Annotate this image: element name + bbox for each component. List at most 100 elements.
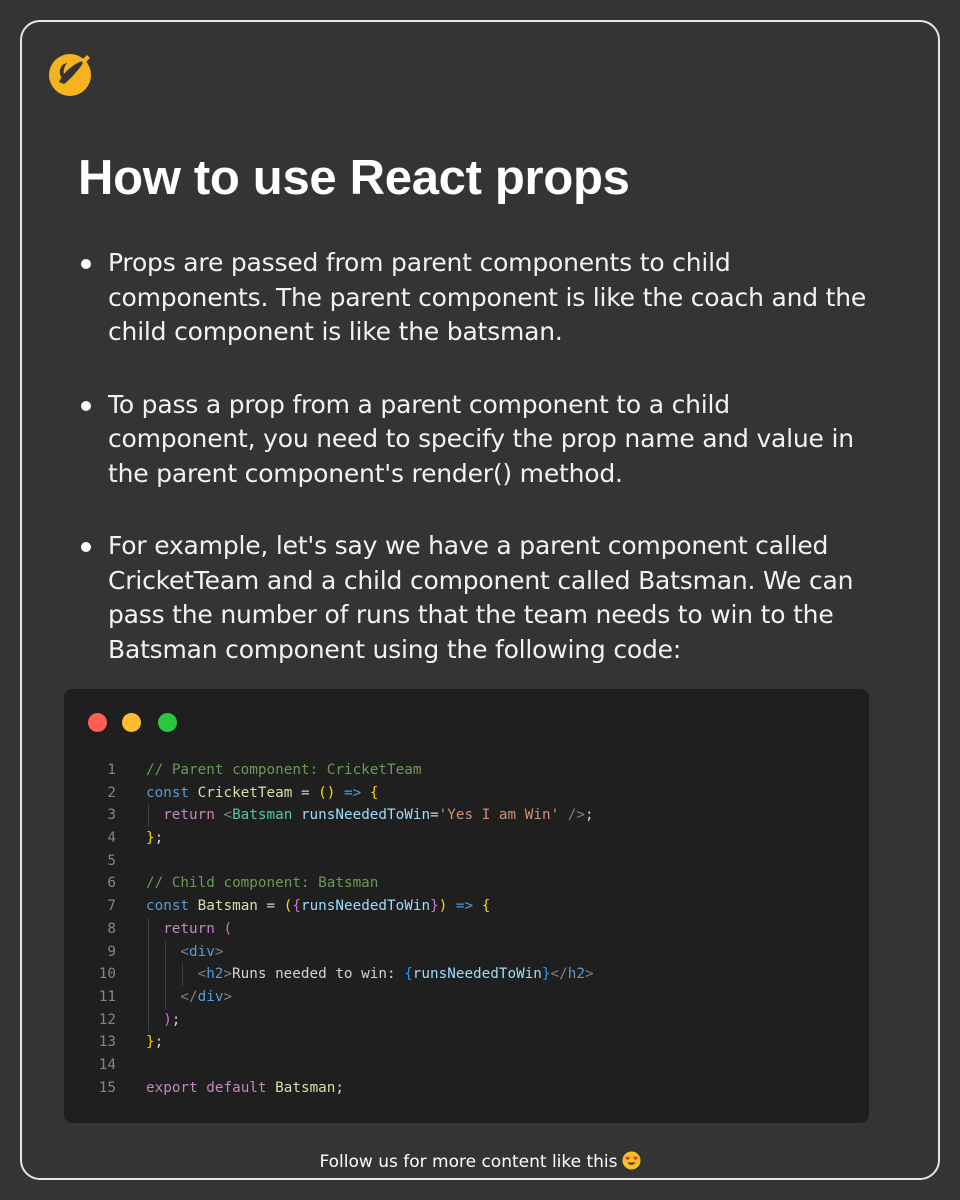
- code-token: ;: [154, 830, 164, 847]
- line-number: 13: [98, 1034, 116, 1051]
- line-number: 3: [107, 807, 116, 824]
- code-token: <: [197, 966, 207, 983]
- line-number: 8: [107, 920, 116, 937]
- page-title: How to use React props: [78, 151, 630, 205]
- window-minimize-dot: [122, 713, 141, 732]
- code-token: // Child component: Batsman: [146, 875, 379, 892]
- code-text: const CricketTeam = () => {: [146, 782, 378, 805]
- code-text: <h2>Runs needed to win: {runsNeededToWin…: [198, 963, 594, 986]
- indent-guide: [148, 963, 149, 986]
- code-text: export default Batsman;: [146, 1077, 344, 1100]
- footer-text: Follow us for more content like this: [319, 1152, 618, 1172]
- indent-guide: [182, 963, 184, 986]
- code-token: ): [163, 1011, 172, 1028]
- line-number: 1: [107, 762, 116, 778]
- bullet-item: Props are passed from parent components …: [78, 246, 878, 350]
- code-token: ;: [154, 1034, 164, 1051]
- indent-guide: [148, 985, 149, 1009]
- code-token: </: [180, 988, 198, 1005]
- bullet-list: Props are passed from parent components …: [78, 246, 878, 705]
- code-token: {: [369, 784, 379, 801]
- code-token: ;: [171, 1011, 181, 1028]
- code-line: 14: [64, 1054, 869, 1077]
- line-number: 5: [107, 852, 116, 869]
- code-token: runsNeededToWin: [412, 966, 542, 983]
- bullet-dot: [81, 259, 91, 269]
- code-text: return <Batsman runsNeededToWin='Yes I a…: [163, 804, 593, 827]
- code-token: {: [404, 966, 413, 983]
- code-line: 3 return <Batsman runsNeededToWin='Yes I …: [64, 804, 869, 828]
- code-token: {: [481, 898, 491, 915]
- indent-guide: [165, 963, 167, 986]
- code-token: <: [223, 807, 233, 824]
- code-token: h2: [206, 966, 224, 983]
- code-token: }: [541, 966, 551, 983]
- code-token: Batsman: [275, 1079, 336, 1096]
- indent-guide: [148, 804, 149, 828]
- line-number: 12: [98, 1011, 116, 1028]
- indent-guide: [165, 940, 167, 964]
- indent-guide: [148, 917, 149, 941]
- code-token: Batsman: [232, 807, 293, 824]
- code-line: 2 const CricketTeam = () => {: [64, 782, 869, 805]
- line-number: 9: [107, 943, 116, 960]
- code-token: =>: [344, 784, 362, 801]
- code-text: };: [146, 827, 163, 850]
- code-token: export: [146, 1079, 198, 1096]
- code-line: 15 export default Batsman;: [64, 1077, 869, 1100]
- footer: Follow us for more content like this: [0, 1150, 960, 1174]
- code-line: 9 <div>: [64, 940, 869, 964]
- code-token: CricketTeam: [197, 784, 293, 801]
- bullet-text: To pass a prop from a parent component t…: [108, 389, 854, 488]
- code-text: );: [163, 1009, 180, 1032]
- code-line: 12);: [64, 1008, 869, 1032]
- code-token: >: [223, 966, 233, 983]
- code-token: (: [223, 920, 233, 937]
- indent-guide: [148, 1008, 149, 1032]
- code-line: 10 <h2>Runs needed to win: {runsNeededToW…: [64, 963, 869, 986]
- code-token: />: [567, 807, 586, 824]
- window-maximize-dot: [158, 713, 177, 732]
- code-token: {: [292, 898, 301, 915]
- code-token: // Parent component: CricketTeam: [146, 762, 422, 778]
- code-text: return (: [163, 918, 232, 941]
- code-text: // Child component: Batsman: [146, 872, 378, 895]
- code-token: 'Yes I am Win': [438, 807, 560, 824]
- code-token: >: [584, 966, 594, 983]
- code-token: return: [163, 807, 215, 824]
- code-token: >: [223, 988, 233, 1005]
- code-token: }: [430, 898, 439, 915]
- code-token: const: [146, 898, 190, 915]
- code-token: </: [550, 966, 568, 983]
- code-token: =: [430, 807, 439, 824]
- code-line: 13};: [64, 1031, 869, 1054]
- bullet-text: For example, let's say we have a parent …: [108, 531, 854, 664]
- code-line: 1 // Parent component: CricketTeam: [64, 759, 869, 782]
- code-block: 1 // Parent component: CricketTeam 2 const …: [64, 759, 869, 1099]
- line-number: 6: [107, 875, 116, 892]
- code-token: div: [189, 943, 215, 960]
- code-token: div: [197, 988, 224, 1005]
- line-number: 2: [107, 784, 116, 801]
- code-token: runsNeededToWin: [300, 807, 431, 824]
- bullet-dot: [81, 400, 91, 411]
- code-line: 5: [64, 850, 869, 873]
- line-number: 4: [107, 830, 116, 847]
- indent-guide: [165, 985, 167, 1009]
- code-line: 8 return (: [64, 917, 869, 941]
- code-token: =: [257, 898, 284, 915]
- code-token: =>: [455, 898, 474, 915]
- line-number: 7: [107, 898, 116, 915]
- code-token: h2: [567, 966, 585, 983]
- rocket-logo-icon: [49, 54, 91, 96]
- bullet-dot: [81, 542, 91, 552]
- code-token: =: [292, 784, 319, 801]
- code-token: default: [206, 1079, 267, 1096]
- bullet-item: To pass a prop from a parent component t…: [78, 388, 878, 492]
